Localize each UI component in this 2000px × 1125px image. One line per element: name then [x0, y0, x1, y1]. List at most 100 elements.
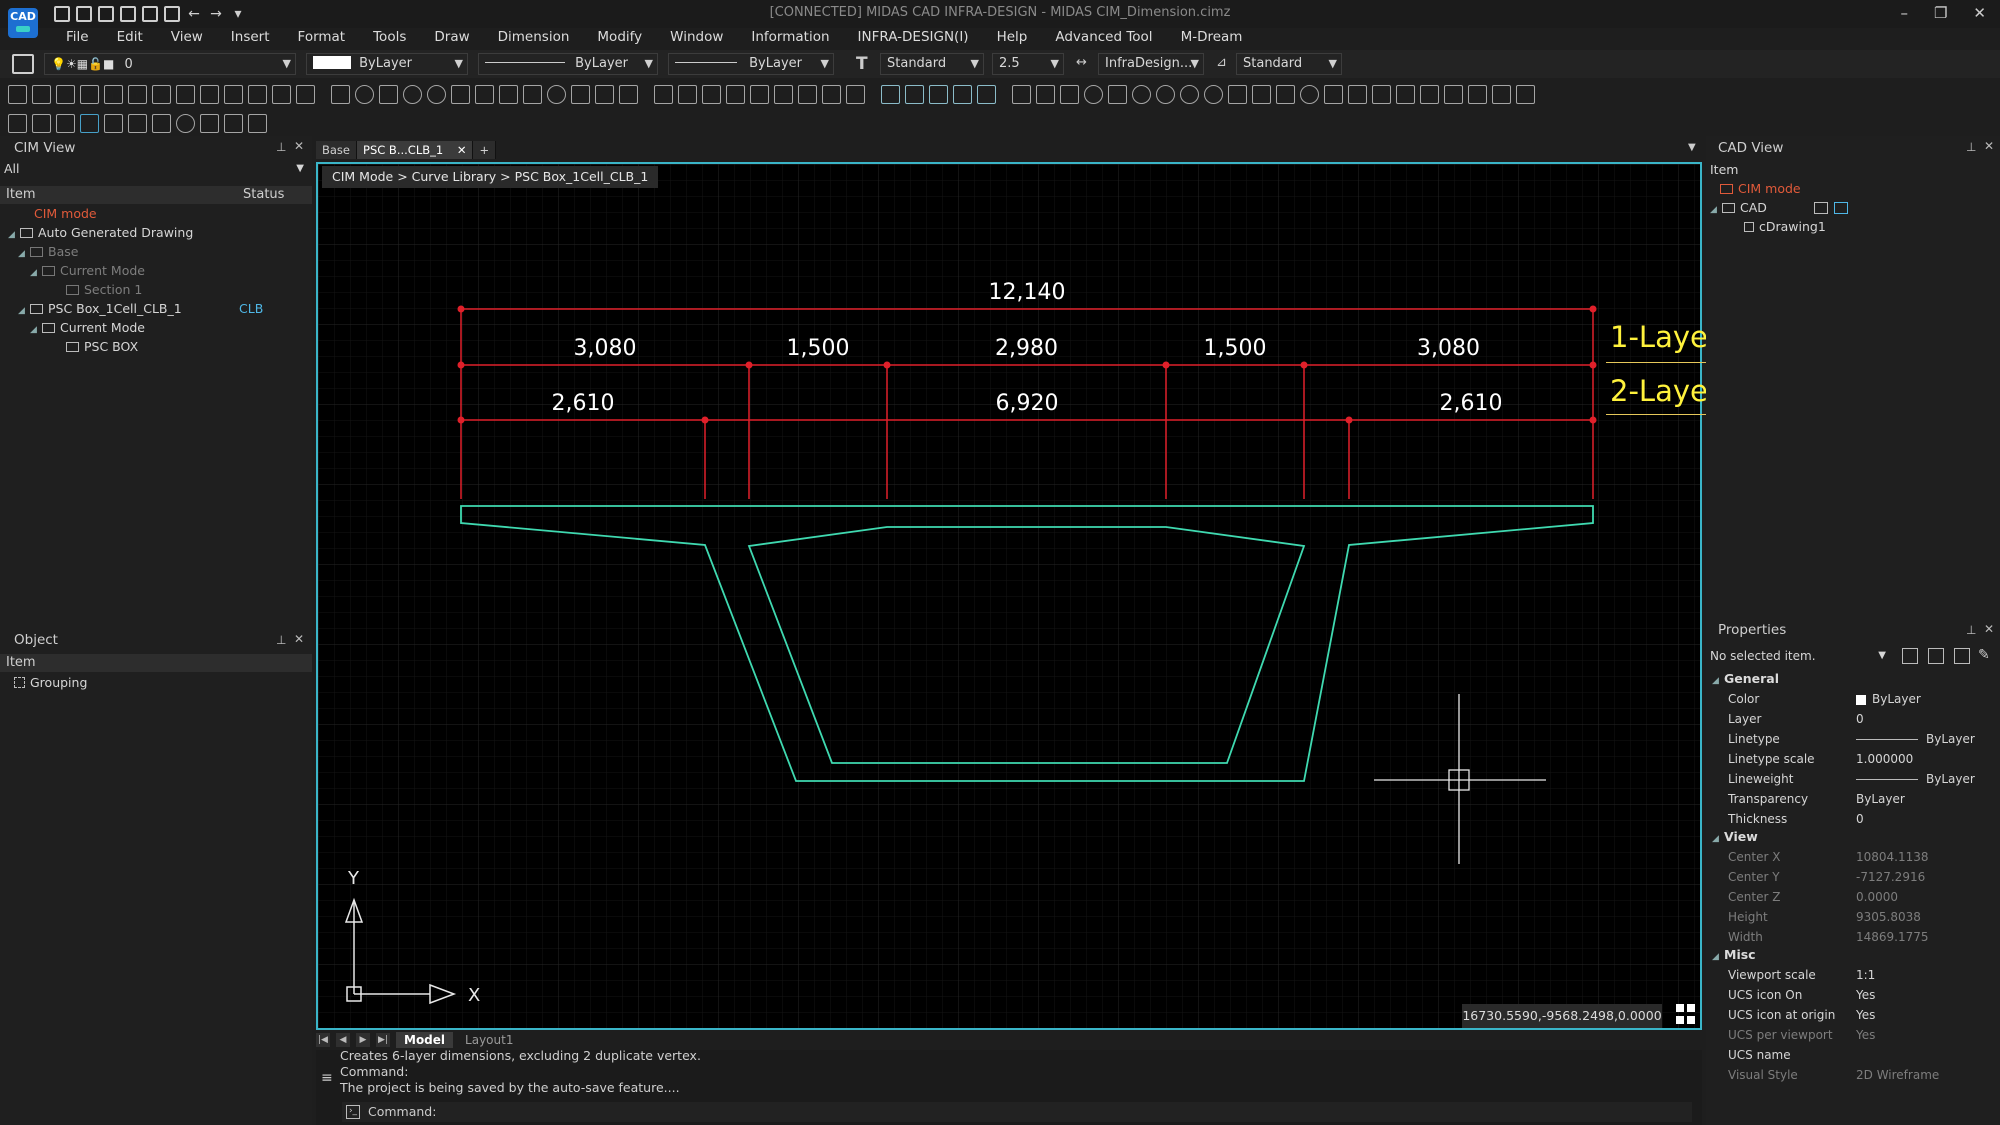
menu-window[interactable]: Window: [656, 26, 737, 48]
tab-base[interactable]: Base: [316, 141, 358, 159]
tree-row-current-mode[interactable]: ◢ Current Mode: [30, 261, 145, 280]
pin-icon[interactable]: ⊥: [1966, 140, 1976, 154]
menu-tools[interactable]: Tools: [359, 26, 420, 48]
tool-icon[interactable]: [8, 84, 27, 104]
text-height-dropdown[interactable]: 2.5 ▼: [992, 53, 1064, 75]
tool-icon[interactable]: [296, 84, 315, 104]
minimize-button[interactable]: –: [1900, 4, 1908, 22]
tool-icon[interactable]: [379, 84, 398, 104]
expand-icon[interactable]: ◢: [18, 245, 30, 264]
tool-icon[interactable]: [1036, 84, 1055, 104]
tool-icon[interactable]: [1516, 84, 1535, 104]
tool-icon[interactable]: [56, 113, 75, 133]
prop-row-layer[interactable]: Layer 0: [1706, 710, 2000, 729]
tool-icon[interactable]: [846, 84, 865, 104]
tool-icon[interactable]: [1084, 84, 1103, 104]
tool-icon[interactable]: [1060, 84, 1079, 104]
tool-icon[interactable]: [678, 84, 697, 104]
menu-format[interactable]: Format: [284, 26, 360, 48]
linetype-dropdown[interactable]: ByLayer ▼: [478, 53, 658, 75]
tree-row-section-1[interactable]: Section 1: [66, 280, 142, 299]
close-icon[interactable]: ✕: [1984, 622, 1994, 636]
tool-icon[interactable]: [726, 84, 745, 104]
tree-row-cim-mode[interactable]: CIM mode: [1720, 179, 1801, 198]
menu-view[interactable]: View: [157, 26, 217, 48]
tool-icon[interactable]: [32, 113, 51, 133]
expand-icon[interactable]: ◢: [18, 302, 30, 321]
tool-icon[interactable]: [750, 84, 769, 104]
tool-icon[interactable]: [595, 84, 614, 104]
table-tool-icon[interactable]: [953, 84, 972, 104]
prop-row-visual-style[interactable]: Visual Style 2D Wireframe: [1706, 1066, 2000, 1085]
tool-icon[interactable]: [702, 84, 721, 104]
brush-icon[interactable]: ✎: [1978, 647, 1990, 663]
close-icon[interactable]: ✕: [1984, 139, 1994, 153]
tool-icon[interactable]: [272, 84, 291, 104]
tool-icon[interactable]: [1204, 84, 1223, 104]
viewport-grid-icon[interactable]: [1676, 1004, 1696, 1024]
tool-icon[interactable]: [1324, 84, 1343, 104]
pin-icon[interactable]: ⊥: [276, 633, 286, 647]
tab-psc-box[interactable]: PSC B...CLB_1 ✕: [357, 141, 474, 159]
tree-row-current-mode-2[interactable]: ◢ Current Mode: [30, 318, 145, 337]
prop-row-transparency[interactable]: Transparency ByLayer: [1706, 790, 2000, 809]
tree-row-psc-box[interactable]: ◢ PSC Box_1Cell_CLB_1 CLB: [18, 299, 308, 318]
expand-icon[interactable]: ◢: [30, 321, 42, 340]
tool-icon[interactable]: [1252, 84, 1271, 104]
tool-icon[interactable]: [619, 84, 638, 104]
tool-icon[interactable]: [32, 84, 51, 104]
tool-icon[interactable]: [8, 113, 27, 133]
layer-dropdown[interactable]: 💡☀▦🔓■ 0 ▼: [44, 53, 296, 75]
tool-icon[interactable]: [1132, 84, 1151, 104]
close-button[interactable]: ✕: [1973, 4, 1986, 22]
table-tool-icon[interactable]: [929, 84, 948, 104]
tool-icon[interactable]: [355, 84, 374, 104]
lineweight-dropdown[interactable]: ByLayer ▼: [668, 53, 834, 75]
prop-row-ucs-name[interactable]: UCS name: [1706, 1046, 2000, 1065]
tool-icon[interactable]: [331, 84, 350, 104]
close-icon[interactable]: ✕: [294, 139, 304, 153]
tool-icon[interactable]: [1444, 84, 1463, 104]
text-style-icon[interactable]: T: [856, 54, 868, 74]
tool-icon[interactable]: [1468, 84, 1487, 104]
menu-draw[interactable]: Draw: [420, 26, 483, 48]
prop-row-ucs-icon-origin[interactable]: UCS icon at origin Yes: [1706, 1006, 2000, 1025]
tool-icon[interactable]: [547, 84, 566, 104]
layer-manager-icon[interactable]: [12, 54, 34, 74]
tool-icon[interactable]: [1156, 84, 1175, 104]
tool-icon[interactable]: [200, 113, 219, 133]
prop-row-lineweight[interactable]: Lineweight ByLayer: [1706, 770, 2000, 789]
tool-icon[interactable]: [1012, 84, 1031, 104]
tool-icon[interactable]: [822, 84, 841, 104]
tree-row-cad[interactable]: ◢ CAD: [1710, 198, 1990, 217]
tool-icon[interactable]: [104, 113, 123, 133]
tool-icon[interactable]: [427, 84, 446, 104]
prop-row-linetype[interactable]: Linetype ByLayer: [1706, 730, 2000, 749]
tree-row-base[interactable]: ◢ Base: [18, 242, 78, 261]
tool-icon[interactable]: [224, 84, 243, 104]
select-cursor-icon[interactable]: [80, 113, 99, 133]
drawing-canvas[interactable]: 12,140 3,080 1,500 2,980 1,500 3,080 2,6…: [318, 164, 1700, 1028]
layout-toggle-icon[interactable]: [1834, 202, 1848, 214]
tool-icon[interactable]: [56, 84, 75, 104]
maximize-button[interactable]: ❐: [1934, 4, 1947, 22]
pin-icon[interactable]: ⊥: [276, 140, 286, 154]
gear-icon[interactable]: [1300, 84, 1319, 104]
pin-icon[interactable]: ⊥: [1966, 623, 1976, 637]
tab-list-chevron-icon[interactable]: ▼: [1688, 142, 1696, 153]
tree-row-grouping[interactable]: Grouping: [14, 673, 87, 692]
menu-dimension[interactable]: Dimension: [484, 26, 584, 48]
tab-layout1[interactable]: Layout1: [459, 1033, 519, 1047]
tool-icon[interactable]: [80, 84, 99, 104]
dim-style-icon[interactable]: ↔: [1076, 55, 1087, 70]
quick-select-icon[interactable]: [1902, 648, 1918, 664]
table-style-icon[interactable]: ⊿: [1216, 55, 1227, 70]
close-tab-icon[interactable]: ✕: [457, 143, 467, 157]
tool-icon[interactable]: [1372, 84, 1391, 104]
menu-insert[interactable]: Insert: [217, 26, 284, 48]
tool-icon[interactable]: [475, 84, 494, 104]
menu-help[interactable]: Help: [983, 26, 1042, 48]
table-tool-icon[interactable]: [977, 84, 996, 104]
prop-row-ucs-icon-on[interactable]: UCS icon On Yes: [1706, 986, 2000, 1005]
menu-infra-design[interactable]: INFRA-DESIGN(I): [844, 26, 983, 48]
